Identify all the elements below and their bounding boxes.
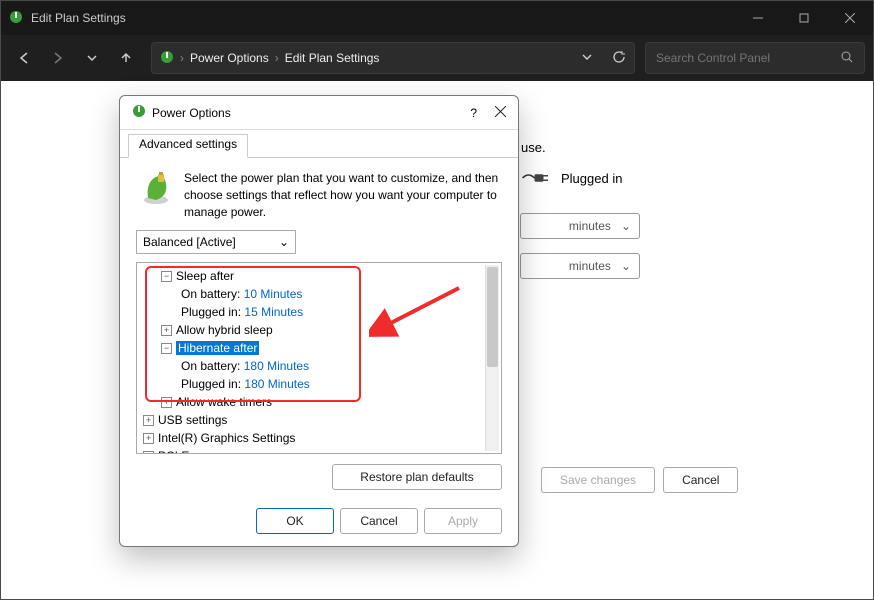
tree-value[interactable]: 180 Minutes [244, 359, 309, 373]
tree-item-pci[interactable]: + PCI Express [143, 447, 477, 453]
tree-item-hibernate-after[interactable]: −Hibernate after [143, 339, 477, 357]
tree-item-sleep-battery[interactable]: On battery: 10 Minutes [143, 285, 477, 303]
save-changes-button[interactable]: Save changes [541, 467, 655, 493]
bg-combo-2[interactable]: minutes ⌄ [520, 253, 640, 279]
expand-icon[interactable]: + [143, 415, 154, 426]
tree-value[interactable]: 10 Minutes [244, 287, 303, 301]
chevron-right-icon: › [273, 51, 281, 65]
plug-icon [521, 169, 551, 187]
chevron-down-icon: ⌄ [279, 235, 289, 249]
tree-item-hybrid-sleep[interactable]: + Allow hybrid sleep [143, 321, 477, 339]
chevron-down-icon: ⌄ [621, 259, 631, 273]
cancel-button-bg[interactable]: Cancel [663, 467, 738, 493]
tree-label: On battery: [181, 359, 240, 373]
tree-value[interactable]: 180 Minutes [244, 377, 309, 391]
ok-button[interactable]: OK [256, 508, 334, 534]
bg-text-use: use. [521, 140, 546, 155]
apply-button[interactable]: Apply [424, 508, 502, 534]
refresh-button[interactable] [612, 50, 626, 67]
expand-icon[interactable]: + [143, 433, 154, 444]
collapse-icon[interactable]: − [161, 271, 172, 282]
breadcrumb-a[interactable]: Power Options [190, 51, 269, 65]
tree-label: USB settings [158, 413, 227, 427]
tree-label-selected: Hibernate after [176, 341, 259, 355]
address-bar[interactable]: › Power Options › Edit Plan Settings [151, 42, 635, 74]
tree-value[interactable]: 15 Minutes [244, 305, 303, 319]
tree-label: On battery: [181, 287, 240, 301]
breadcrumb-b[interactable]: Edit Plan Settings [285, 51, 380, 65]
tree-item-wake-timers[interactable]: + Allow wake timers [143, 393, 477, 411]
back-button[interactable] [9, 43, 39, 73]
tree-item-usb-settings[interactable]: + USB settings [143, 411, 477, 429]
chevron-right-icon: › [178, 51, 186, 65]
chevron-down-icon: ⌄ [621, 219, 631, 233]
tree-label: Sleep after [176, 269, 234, 283]
tree-item-sleep-plugged[interactable]: Plugged in: 15 Minutes [143, 303, 477, 321]
app-icon [9, 10, 23, 27]
bg-combo-1-text: minutes [569, 219, 611, 233]
power-options-dialog: Power Options ? Advanced settings Select… [119, 95, 519, 547]
tree-scrollbar[interactable] [485, 265, 499, 451]
dialog-close-button[interactable] [495, 106, 506, 120]
dialog-description: Select the power plan that you want to c… [184, 170, 500, 220]
bg-combo-2-text: minutes [569, 259, 611, 273]
tree-label: PCI Express [158, 449, 225, 453]
expand-icon[interactable]: + [161, 325, 172, 336]
power-plan-value: Balanced [Active] [143, 235, 236, 249]
tree-label: Plugged in: [181, 377, 241, 391]
forward-button[interactable] [43, 43, 73, 73]
close-button[interactable] [827, 1, 873, 35]
window-title: Edit Plan Settings [31, 11, 126, 25]
settings-tree: −Sleep after On battery: 10 Minutes Plug… [136, 262, 502, 454]
tree-label: Plugged in: [181, 305, 241, 319]
navigation-toolbar: › Power Options › Edit Plan Settings [1, 35, 873, 81]
tab-advanced-settings[interactable]: Advanced settings [128, 134, 248, 158]
tree-item-sleep-after[interactable]: −Sleep after [143, 267, 477, 285]
address-dropdown-icon[interactable] [582, 51, 592, 65]
tree-label: Intel(R) Graphics Settings [158, 431, 295, 445]
expand-icon[interactable]: + [143, 451, 154, 454]
scrollbar-thumb[interactable] [487, 267, 498, 367]
bg-combo-1[interactable]: minutes ⌄ [520, 213, 640, 239]
search-icon[interactable] [840, 50, 854, 67]
power-plan-dropdown[interactable]: Balanced [Active] ⌄ [136, 230, 296, 254]
expand-icon[interactable]: + [161, 397, 172, 408]
dialog-titlebar: Power Options ? [120, 96, 518, 130]
address-icon [160, 50, 174, 67]
dialog-title: Power Options [152, 106, 231, 120]
search-input[interactable] [656, 51, 840, 65]
dialog-tabs: Advanced settings [120, 130, 518, 158]
dialog-icon [132, 104, 146, 121]
tree-label: Allow wake timers [176, 395, 272, 409]
plugged-in-header: Plugged in [521, 169, 622, 187]
battery-icon [138, 170, 174, 220]
help-button[interactable]: ? [470, 106, 477, 120]
cancel-button[interactable]: Cancel [340, 508, 418, 534]
tree-item-hibernate-battery[interactable]: On battery: 180 Minutes [143, 357, 477, 375]
up-button[interactable] [111, 43, 141, 73]
tree-label: Allow hybrid sleep [176, 323, 273, 337]
restore-defaults-button[interactable]: Restore plan defaults [332, 464, 502, 490]
minimize-button[interactable] [735, 1, 781, 35]
tree-item-graphics[interactable]: + Intel(R) Graphics Settings [143, 429, 477, 447]
collapse-icon[interactable]: − [161, 343, 172, 354]
plugged-in-label: Plugged in [561, 171, 622, 186]
window-titlebar: Edit Plan Settings [1, 1, 873, 35]
tree-item-hibernate-plugged[interactable]: Plugged in: 180 Minutes [143, 375, 477, 393]
maximize-button[interactable] [781, 1, 827, 35]
search-box[interactable] [645, 42, 865, 74]
recent-dropdown[interactable] [77, 43, 107, 73]
